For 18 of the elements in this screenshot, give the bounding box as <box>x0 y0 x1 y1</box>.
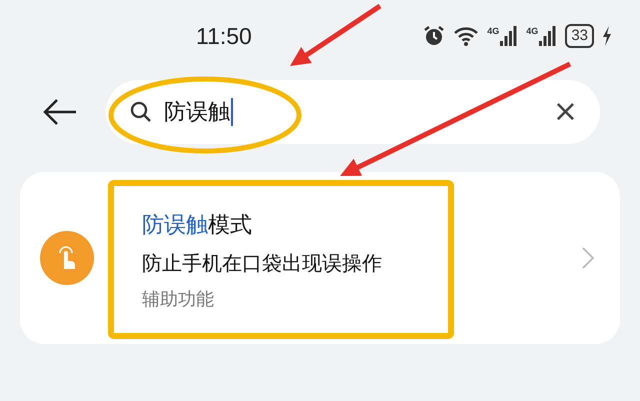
wifi-icon <box>453 26 480 46</box>
touch-icon <box>40 231 94 285</box>
result-card[interactable]: 防误触模式 防止手机在口袋出现误操作 辅助功能 <box>20 172 620 344</box>
result-category: 辅助功能 <box>142 288 215 310</box>
clear-button[interactable]: × <box>552 97 578 127</box>
alarm-icon <box>423 25 446 47</box>
network-type: 4G <box>487 26 500 36</box>
result-description: 防止手机在口袋出现误操作 <box>142 250 382 276</box>
signal-icon <box>539 26 558 46</box>
chevron-icon <box>582 247 594 269</box>
search-icon <box>130 101 152 123</box>
search-field[interactable]: 防误触 × <box>106 80 600 144</box>
back-icon[interactable] <box>42 98 78 126</box>
clock-time: 11:50 <box>196 22 252 50</box>
battery-level: 33 <box>565 24 594 48</box>
network-type: 4G <box>526 26 538 36</box>
result-title: 防误触模式 <box>142 212 253 240</box>
signal-icon <box>500 26 518 46</box>
